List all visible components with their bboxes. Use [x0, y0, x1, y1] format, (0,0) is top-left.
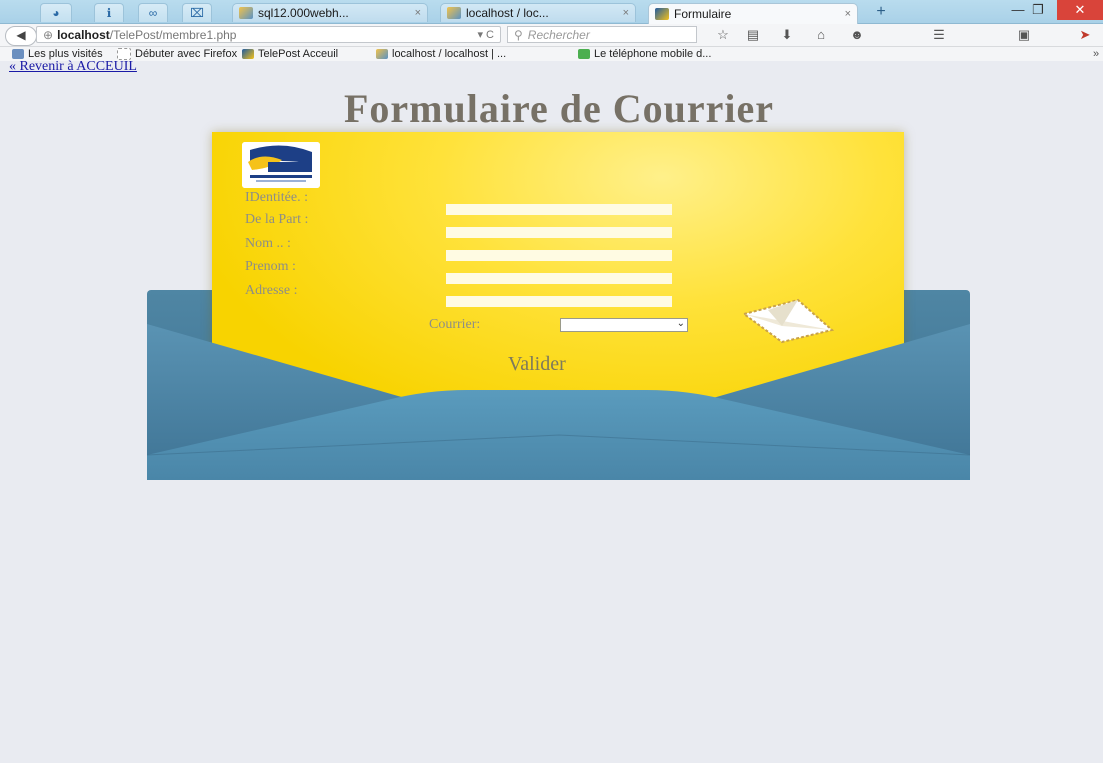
stamp-icon	[741, 298, 835, 344]
label-identite: IDentitée. :	[245, 190, 308, 205]
identite-input[interactable]	[446, 204, 672, 215]
bookmark-mobile[interactable]: Le téléphone mobile d...	[578, 47, 711, 61]
pinned-tab-loop[interactable]: ∞	[138, 3, 168, 22]
pinned-tab-firefox[interactable]: ◕	[40, 3, 72, 22]
new-tab-button[interactable]: +	[868, 3, 894, 21]
back-to-home-link[interactable]: « Revenir à ACCEUIL	[9, 59, 137, 75]
bookmark-star-icon[interactable]: ☆	[712, 26, 734, 44]
close-window-button[interactable]: ✕	[1057, 0, 1103, 20]
bookmark-label: Le téléphone mobile d...	[594, 48, 712, 60]
pinned-tab-info[interactable]: ℹ	[94, 3, 124, 22]
courrier-select[interactable]: ⌄	[560, 318, 688, 332]
close-tab-icon[interactable]: ×	[409, 7, 421, 19]
bookmark-telepost[interactable]: TelePost Acceuil	[242, 47, 338, 61]
phpmyadmin-icon	[239, 7, 253, 19]
envelope-front	[147, 324, 970, 480]
prenom-input[interactable]	[446, 273, 672, 284]
phpmyadmin-icon	[376, 49, 388, 59]
reading-list-icon[interactable]: ▤	[742, 26, 764, 44]
page-title: Formulaire de Courrier	[343, 86, 775, 131]
folder-icon	[12, 49, 24, 59]
url-path: /TelePost/membre1.php	[109, 27, 237, 42]
label-de-la-part: De la Part :	[245, 212, 309, 227]
bookmark-label: Débuter avec Firefox	[135, 48, 238, 60]
de-la-part-input[interactable]	[446, 227, 672, 238]
telepost-icon	[242, 49, 254, 59]
close-tab-icon[interactable]: ×	[839, 8, 851, 20]
telepost-logo	[242, 142, 320, 188]
bookmark-label: localhost / localhost | ...	[392, 48, 507, 60]
download-icon[interactable]: ⬇	[776, 26, 798, 44]
reload-icon[interactable]: ▾ C	[477, 28, 494, 41]
home-icon[interactable]: ⌂	[810, 26, 832, 44]
bookmarks-bar: Les plus visités Débuter avec Firefox Te…	[0, 47, 1103, 61]
bookmark-localhost[interactable]: localhost / localhost | ...	[376, 47, 506, 61]
pinned-tab-terminal[interactable]: ⌧	[182, 3, 212, 22]
addon-icon[interactable]: ▣	[1013, 26, 1035, 44]
courrier-label: Courrier:	[429, 317, 481, 332]
valider-button[interactable]: Valider	[508, 353, 566, 376]
phpmyadmin-icon	[447, 7, 461, 19]
terminal-icon: ⌧	[190, 6, 204, 20]
chevron-down-icon: ⌄	[676, 318, 685, 329]
bookmark-label: TelePost Acceuil	[258, 48, 339, 60]
info-icon: ℹ	[106, 6, 112, 20]
telepost-icon	[655, 8, 669, 20]
firefox-icon: ◕	[52, 6, 60, 20]
back-arrow-icon: ◀	[16, 28, 26, 42]
restore-button[interactable]: ❐	[1022, 0, 1054, 20]
tab-localhost[interactable]: localhost / loc... ×	[440, 3, 636, 22]
browser-tab-bar: ◕ ℹ ∞ ⌧ sql12.000webh... × localhost / l…	[0, 0, 1103, 24]
tab-label: localhost / loc...	[466, 6, 549, 20]
back-button[interactable]: ◀	[5, 26, 37, 46]
tab-formulaire[interactable]: Formulaire ×	[648, 3, 858, 24]
tab-label: Formulaire	[674, 7, 732, 21]
addon-arrow-icon[interactable]: ➤	[1074, 26, 1096, 44]
menu-icon[interactable]: ☰	[928, 26, 950, 44]
label-nom: Nom .. :	[245, 236, 291, 251]
navigation-toolbar: ◀ ⊕ localhost/TelePost/membre1.php ▾ C ⚲…	[0, 24, 1103, 47]
bookmarks-overflow[interactable]: »	[1093, 47, 1099, 61]
globe-icon: ⊕	[43, 27, 54, 42]
label-prenom: Prenom :	[245, 259, 296, 274]
close-tab-icon[interactable]: ×	[617, 7, 629, 19]
nom-input[interactable]	[446, 250, 672, 261]
green-site-icon	[578, 49, 590, 59]
search-placeholder: Rechercher	[527, 27, 590, 42]
search-bar[interactable]: ⚲ Rechercher	[507, 26, 697, 43]
url-host: localhost	[57, 27, 110, 42]
tab-label: sql12.000webh...	[258, 6, 349, 20]
chat-icon[interactable]: ☻	[846, 26, 868, 44]
infinity-icon: ∞	[148, 6, 158, 20]
tab-sql12[interactable]: sql12.000webh... ×	[232, 3, 428, 22]
url-bar[interactable]: ⊕ localhost/TelePost/membre1.php ▾ C	[36, 26, 501, 43]
search-icon: ⚲	[514, 27, 523, 42]
